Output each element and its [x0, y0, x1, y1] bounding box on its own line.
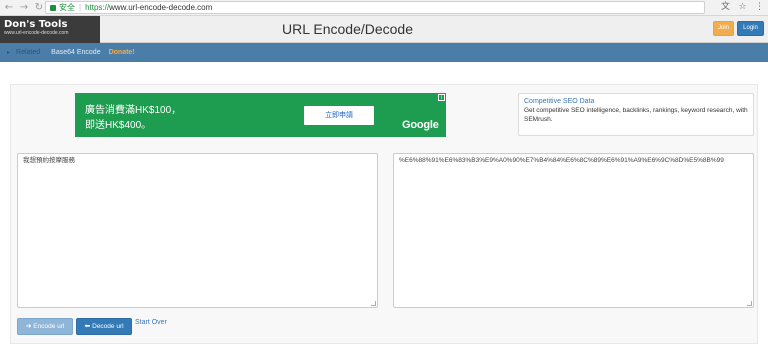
logo-subtitle: www.url-encode-decode.com [4, 30, 69, 36]
ad-apply-button[interactable]: 立即申請 [304, 106, 374, 125]
url-scheme: https:// [85, 3, 110, 12]
decode-url-label: Decode url [92, 323, 124, 330]
nav-item-donate[interactable]: Donate! [109, 49, 135, 56]
decode-url-button[interactable]: ⬅ Decode url [76, 318, 132, 335]
resize-handle-icon[interactable] [371, 301, 376, 306]
address-bar[interactable]: 安全 | https://www.url-encode-decode.com [45, 1, 705, 14]
ad-text-line2: 即送HK$400。 [85, 120, 152, 131]
output-textarea[interactable]: %E6%88%91%E6%83%B3%E9%A0%90%E7%B4%84%E6%… [393, 153, 754, 308]
star-icon[interactable]: ☆ [737, 2, 748, 13]
reload-icon[interactable]: ↻ [33, 2, 45, 14]
lock-icon [50, 4, 56, 11]
start-over-link[interactable]: Start Over [135, 319, 167, 326]
input-textarea[interactable]: 我想預約按摩服務 [17, 153, 378, 308]
page-title: URL Encode/Decode [282, 21, 414, 37]
google-logo: Google [402, 119, 439, 131]
nav-item-related[interactable]: Related [16, 49, 40, 56]
encode-url-button[interactable]: ➜ Encode url [17, 318, 73, 335]
menu-icon[interactable]: ⋮ [754, 2, 765, 13]
url-host: www.url-encode-decode.com [109, 3, 213, 12]
chevron-right-icon: ▸ [7, 49, 11, 56]
secure-label: 安全 [59, 3, 75, 12]
login-button[interactable]: Login [737, 21, 764, 36]
output-text: %E6%88%91%E6%83%B3%E9%A0%90%E7%B4%84%E6%… [399, 157, 724, 164]
site-header: Don's Tools www.url-encode-decode.com UR… [0, 16, 768, 43]
arrow-left-icon: ⬅ [84, 322, 91, 330]
encode-url-label: Encode url [33, 323, 65, 330]
nav-bar: ▸ Related Base64 Encode Donate! [0, 43, 768, 62]
ad-text-line1: 廣告消費滿HK$100， [85, 105, 182, 116]
seo-ad-description: Get competitive SEO intelligence, backli… [524, 107, 748, 123]
translate-icon[interactable]: 文 [720, 2, 731, 13]
ad-info-icon[interactable]: i [438, 94, 445, 101]
logo-title: Don's Tools [4, 19, 68, 30]
ad-banner[interactable]: 廣告消費滿HK$100， 即送HK$400。 立即申請 Google i [75, 93, 446, 137]
arrow-right-icon: ➜ [25, 322, 32, 330]
address-separator: | [79, 3, 82, 12]
nav-item-base64-encode[interactable]: Base64 Encode [51, 49, 100, 56]
seo-ad-box[interactable]: Competitive SEO Data Get competitive SEO… [518, 93, 754, 136]
back-icon[interactable]: ← [3, 2, 15, 14]
seo-ad-title[interactable]: Competitive SEO Data [524, 97, 748, 106]
forward-icon[interactable]: → [18, 2, 30, 14]
browser-toolbar: ← → ↻ 安全 | https://www.url-encode-decode… [0, 0, 768, 16]
input-text: 我想預約按摩服務 [23, 157, 75, 164]
resize-handle-icon[interactable] [747, 301, 752, 306]
site-logo[interactable]: Don's Tools www.url-encode-decode.com [0, 16, 100, 43]
join-button[interactable]: Join [713, 21, 734, 36]
